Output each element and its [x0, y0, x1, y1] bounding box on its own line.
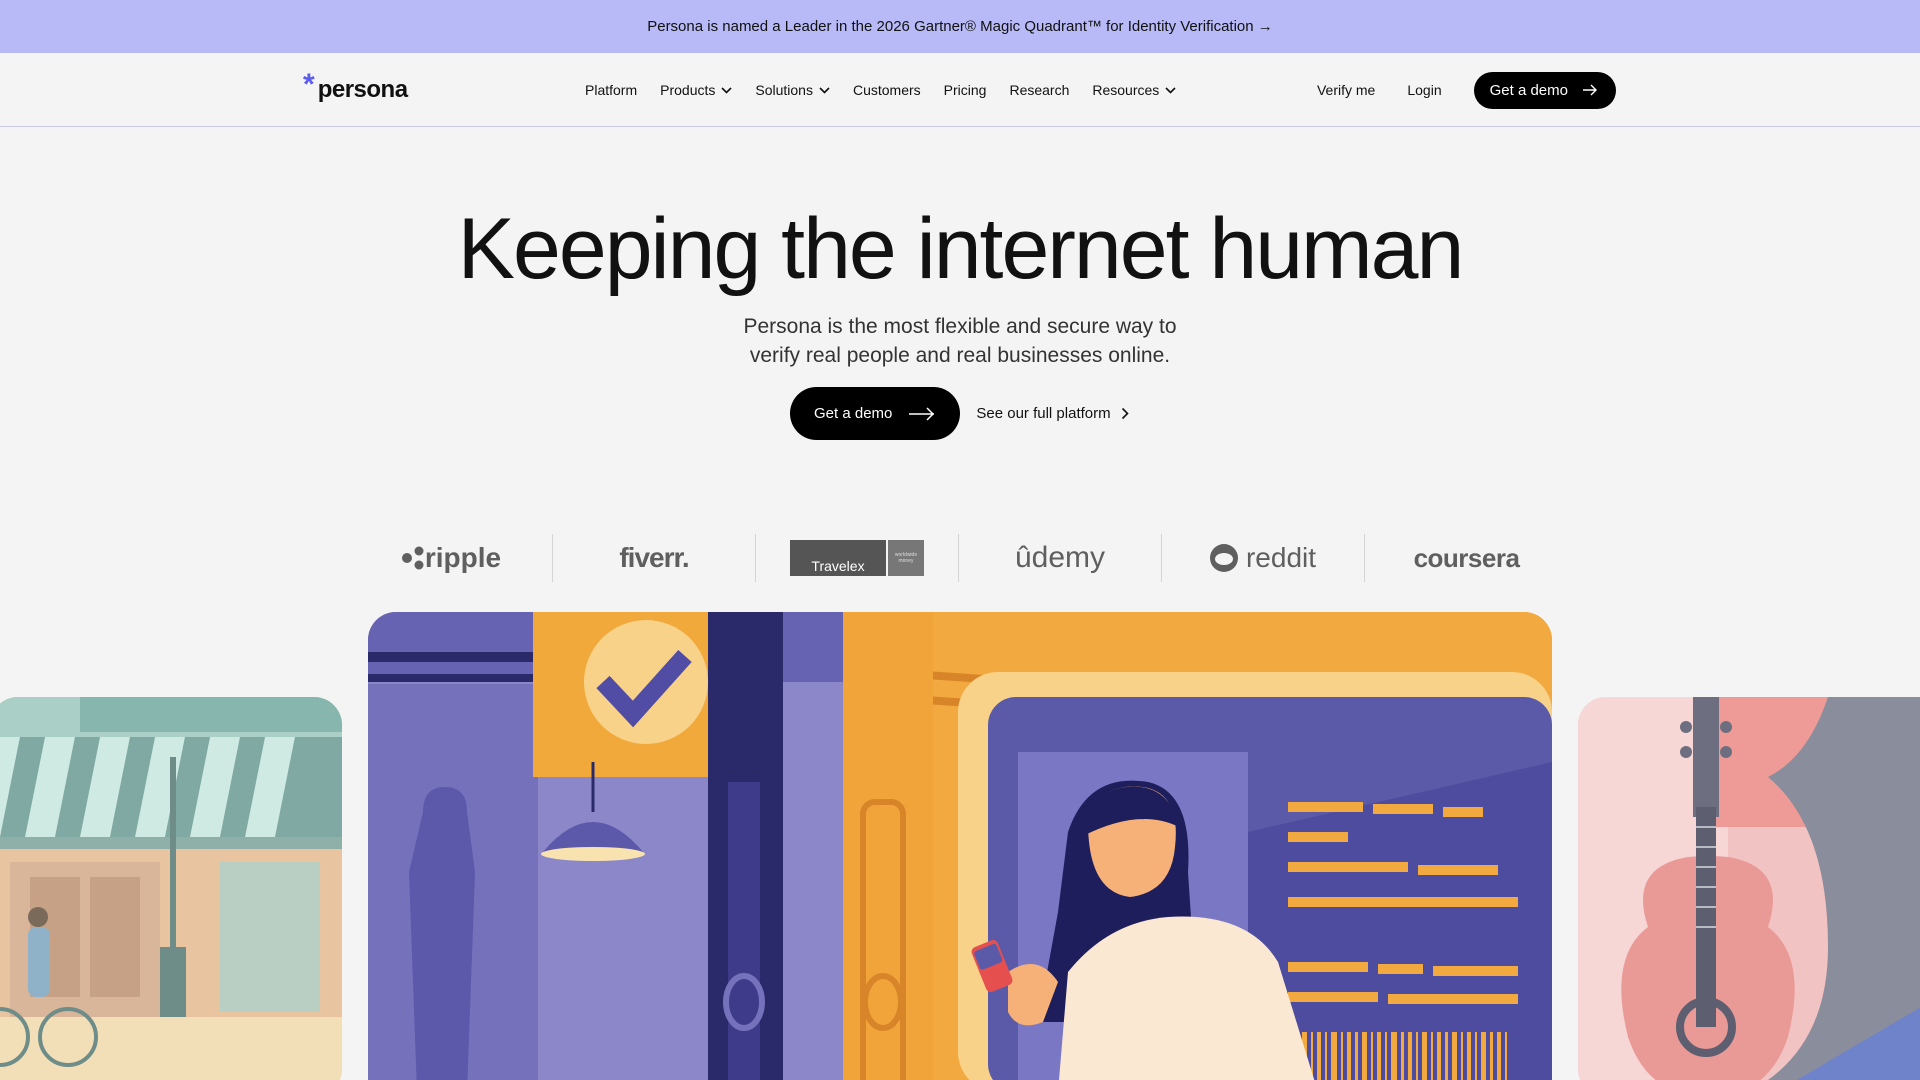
customer-logo-strip: ripple fiverr. Travelex worldwide money …	[350, 534, 1570, 582]
nav-research[interactable]: Research	[1009, 82, 1069, 98]
announcement-text[interactable]: Persona is named a Leader in the 2026 Ga…	[647, 18, 1273, 35]
announcement-banner[interactable]: Persona is named a Leader in the 2026 Ga…	[0, 0, 1920, 53]
ripple-logo: ripple	[350, 534, 553, 582]
nav-pricing[interactable]: Pricing	[944, 82, 987, 98]
hero-cta-row: Get a demo See our full platform	[790, 387, 1129, 440]
storefront-illustration-card	[0, 697, 342, 1080]
hero-title: Keeping the internet human	[457, 201, 1465, 297]
chevron-down-icon	[1165, 86, 1176, 94]
hero-subtitle: Persona is the most flexible and secure …	[0, 312, 1920, 370]
nav-actions: Verify me Login Get a demo	[1317, 53, 1616, 127]
hero-subtitle-line-2: verify real people and real businesses o…	[749, 344, 1171, 367]
reddit-logo: reddit	[1162, 534, 1365, 582]
header-get-demo-button[interactable]: Get a demo	[1473, 71, 1616, 109]
chevron-down-icon	[819, 86, 830, 94]
fiverr-logo: fiverr.	[553, 534, 756, 582]
identity-verification-illustration-card	[368, 612, 1552, 1080]
primary-nav: Platform Products Solutions Customers Pr…	[585, 53, 1199, 127]
nav-products[interactable]: Products	[660, 82, 732, 98]
coursera-logo: coursera	[1413, 542, 1520, 573]
nav-platform[interactable]: Platform	[585, 82, 637, 98]
guitar-illustration	[1578, 697, 1920, 1080]
nav-solutions[interactable]: Solutions	[755, 82, 830, 98]
logo-wordmark: persona	[317, 76, 408, 103]
storefront-illustration	[0, 697, 342, 1080]
asterisk-logo-icon: *	[303, 68, 315, 101]
verify-me-link[interactable]: Verify me	[1317, 82, 1375, 98]
guitar-illustration-card	[1578, 697, 1920, 1080]
hero-get-demo-button[interactable]: Get a demo	[790, 387, 961, 440]
platform-link-label: See our full platform	[976, 405, 1111, 422]
nav-customers[interactable]: Customers	[853, 82, 921, 98]
chevron-right-icon	[1121, 407, 1129, 420]
top-navigation: * persona Platform Products Solutions Cu…	[0, 53, 1920, 127]
arrow-right-icon	[909, 406, 935, 421]
header-demo-label: Get a demo	[1489, 81, 1568, 99]
chevron-down-icon	[721, 86, 732, 94]
see-full-platform-link[interactable]: See our full platform	[976, 405, 1129, 422]
hero-demo-label: Get a demo	[814, 405, 893, 422]
travelex-logo: Travelex worldwide money	[756, 534, 959, 582]
verification-illustration	[368, 612, 1552, 1080]
reddit-alien-icon	[1209, 544, 1238, 572]
hero-subtitle-line-1: Persona is the most flexible and secure …	[743, 315, 1177, 338]
login-link[interactable]: Login	[1407, 82, 1441, 98]
udemy-logo: ûdemy	[959, 534, 1162, 582]
ripple-mark-icon	[401, 546, 424, 570]
arrow-right-icon	[1583, 84, 1597, 96]
persona-logo[interactable]: * persona	[303, 70, 408, 105]
nav-resources[interactable]: Resources	[1092, 82, 1176, 98]
